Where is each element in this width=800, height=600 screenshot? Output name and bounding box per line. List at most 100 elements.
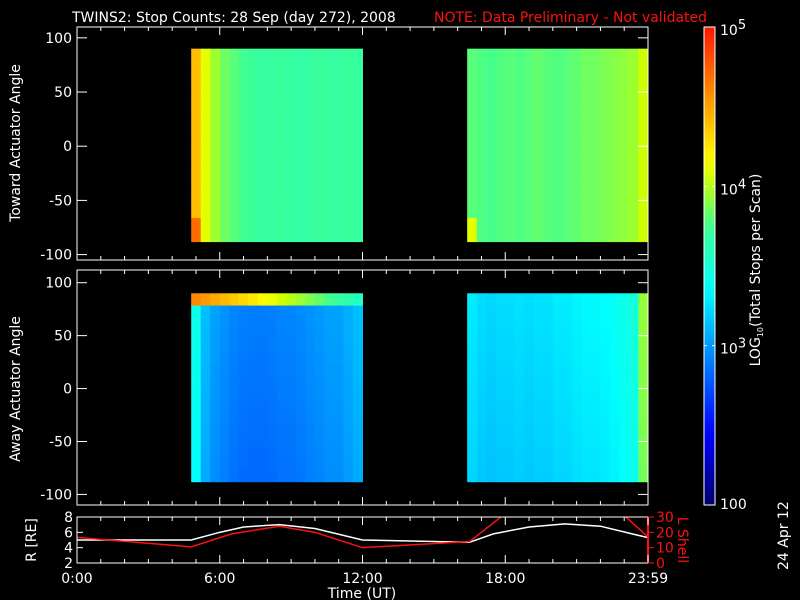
heatmap-cell — [219, 399, 230, 412]
heatmap-cell — [314, 375, 325, 388]
heatmap-cell — [619, 293, 630, 306]
heatmap-cell — [295, 48, 306, 62]
heatmap-cell — [200, 181, 211, 194]
heatmap-cell — [295, 469, 306, 483]
heatmap-cell — [552, 84, 563, 98]
heatmap-cell — [352, 229, 363, 243]
heatmap-cell — [543, 217, 554, 231]
heatmap-cell — [476, 157, 487, 170]
heatmap-cell — [324, 229, 335, 243]
heatmap-cell — [486, 328, 497, 341]
heatmap-cell — [305, 48, 316, 62]
heatmap-cell — [590, 121, 601, 134]
heatmap-cell — [628, 121, 639, 134]
heatmap-cell — [267, 60, 278, 74]
heatmap-cell — [343, 84, 354, 98]
heatmap-cell — [495, 60, 506, 74]
heatmap-cell — [505, 145, 516, 158]
heatmap-cell — [267, 217, 278, 231]
heatmap-cell — [524, 363, 535, 377]
heatmap-cell — [505, 48, 516, 62]
heatmap-cell — [571, 48, 582, 62]
radius-tick-label: 6 — [64, 525, 73, 541]
heatmap-cell — [200, 328, 211, 341]
heatmap-cell — [486, 121, 497, 134]
heatmap-cell — [628, 375, 639, 388]
heatmap-cell — [552, 434, 563, 447]
heatmap-cell — [229, 458, 240, 471]
heatmap-cell — [628, 181, 639, 194]
heatmap-cell — [562, 399, 573, 412]
heatmap-cell — [600, 375, 611, 388]
heatmap-cell — [200, 169, 211, 182]
heatmap-cell — [514, 121, 525, 134]
heatmap-cell — [638, 340, 649, 353]
radius-tick-label: 8 — [64, 510, 73, 526]
heatmap-cell — [628, 157, 639, 170]
heatmap-cell — [333, 399, 344, 412]
heatmap-cell — [486, 169, 497, 182]
heatmap-cell — [505, 193, 516, 206]
heatmap-cell — [619, 60, 630, 74]
heatmap-cell — [333, 169, 344, 182]
heatmap-cell — [276, 145, 287, 158]
heatmap-cell — [486, 352, 497, 365]
heatmap-cell — [286, 229, 297, 243]
heatmap-cell — [609, 145, 620, 158]
heatmap-cell — [638, 121, 649, 134]
heatmap-cell — [524, 229, 535, 243]
heatmap-cell — [619, 387, 630, 400]
heatmap-cell — [552, 352, 563, 365]
heatmap-cell — [210, 399, 221, 412]
heatmap-cell — [533, 363, 544, 377]
heatmap-cell — [229, 328, 240, 341]
heatmap-cell — [600, 84, 611, 98]
heatmap-cell — [571, 387, 582, 400]
heatmap-cell — [267, 328, 278, 341]
heatmap-cell — [352, 375, 363, 388]
heatmap-cell — [638, 399, 649, 412]
heatmap-cell — [562, 411, 573, 424]
heatmap-cell — [191, 217, 202, 231]
heatmap-cell — [467, 121, 478, 134]
heatmap-cell — [257, 469, 268, 483]
heatmap-cell — [628, 145, 639, 158]
heatmap-cell — [638, 108, 649, 122]
heatmap-cell — [524, 48, 535, 62]
heatmap-cell — [343, 217, 354, 231]
heatmap-cell — [467, 229, 478, 243]
heatmap-cell — [590, 387, 601, 400]
heatmap-cell — [467, 328, 478, 341]
heatmap-cell — [314, 145, 325, 158]
heatmap-cell — [219, 387, 230, 400]
heatmap-cell — [295, 157, 306, 170]
heatmap-cell — [286, 328, 297, 341]
heatmap-cell — [628, 469, 639, 483]
heatmap-cell — [571, 446, 582, 459]
heatmap-cell — [210, 84, 221, 98]
heatmap-cell — [581, 375, 592, 388]
heatmap-cell — [352, 84, 363, 98]
heatmap-cell — [543, 458, 554, 471]
heatmap-cell — [324, 411, 335, 424]
heatmap-cell — [486, 305, 497, 318]
heatmap-cell — [543, 375, 554, 388]
heatmap-cell — [238, 411, 249, 424]
heatmap-cell — [590, 316, 601, 330]
heatmap-cell — [486, 108, 497, 122]
heatmap-cell — [248, 375, 259, 388]
heatmap-cell — [543, 328, 554, 341]
heatmap-cell — [524, 293, 535, 306]
heatmap-cell — [248, 399, 259, 412]
heatmap-cell — [286, 352, 297, 365]
heatmap-cell — [486, 363, 497, 377]
heatmap-cell — [352, 60, 363, 74]
heatmap-cell — [314, 84, 325, 98]
heatmap-cell — [543, 434, 554, 447]
heatmap-cell — [562, 375, 573, 388]
heatmap-cell — [324, 193, 335, 206]
heatmap-cell — [248, 133, 259, 146]
heatmap-cell — [495, 399, 506, 412]
heatmap-cell — [486, 205, 497, 218]
heatmap-cell — [467, 145, 478, 158]
